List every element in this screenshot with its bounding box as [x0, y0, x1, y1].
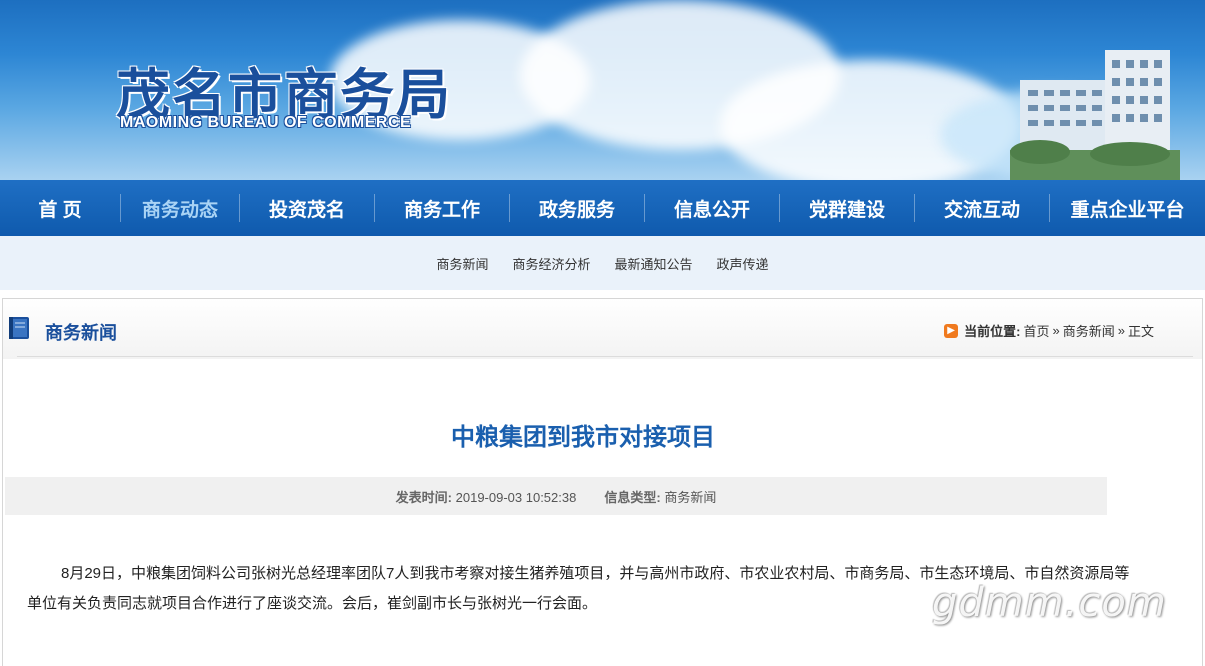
nav-item-home[interactable]: 首 页 [0, 180, 120, 236]
header-banner: 茂名市商务局 MAOMING BUREAU OF COMMERCE [0, 0, 1205, 180]
site-logo-en: MAOMING BUREAU OF COMMERCE [120, 114, 412, 131]
section-divider [17, 356, 1193, 357]
building-image [1010, 50, 1180, 180]
subnav-item-notices[interactable]: 最新通知公告 [615, 254, 693, 273]
breadcrumb-news-link[interactable]: 商务新闻 [1063, 321, 1115, 340]
nav-item-commerce-news[interactable]: 商务动态 [121, 180, 239, 244]
info-type-label: 信息类型: [604, 489, 661, 505]
nav-item-key-enterprise[interactable]: 重点企业平台 [1050, 180, 1205, 236]
breadcrumb-label: 当前位置: [964, 324, 1021, 339]
breadcrumb-home-link[interactable]: 首页 [1023, 321, 1049, 340]
nav-item-info-public[interactable]: 信息公开 [645, 180, 779, 236]
site-watermark: gdmm.com [932, 580, 1167, 626]
nav-label: 交流互动 [943, 199, 1020, 221]
publish-time-group: 发表时间: 2019-09-03 10:52:38 [396, 487, 577, 506]
info-type-group: 信息类型: 商务新闻 [604, 487, 716, 506]
book-icon [9, 317, 29, 339]
location-icon: ▶ [944, 323, 959, 338]
breadcrumb-current: 正文 [1127, 324, 1154, 339]
nav-label: 商务动态 [141, 199, 218, 221]
section-title: 商务新闻 [45, 323, 117, 343]
nav-label: 信息公开 [673, 199, 750, 221]
nav-label: 商务工作 [403, 199, 480, 221]
subnav-item-commerce-news[interactable]: 商务新闻 [436, 254, 488, 273]
nav-label: 政务服务 [538, 199, 615, 221]
nav-item-interaction[interactable]: 交流互动 [915, 180, 1049, 236]
nav-label: 党群建设 [808, 199, 885, 221]
nav-label: 首 页 [38, 199, 82, 221]
section-header: 商务新闻 ▶ 当前位置: 首页 » 商务新闻 » 正文 [3, 299, 1202, 359]
info-type-value: 商务新闻 [664, 489, 717, 505]
article-title: 中粮集团到我市对接项目 [451, 422, 715, 451]
publish-time-value: 2019-09-03 10:52:38 [455, 489, 577, 505]
sub-nav: 商务新闻 商务经济分析 最新通知公告 政声传递 [0, 236, 1205, 290]
nav-label: 投资茂名 [268, 199, 345, 221]
breadcrumb: ▶ 当前位置: 首页 » 商务新闻 » 正文 [944, 321, 1154, 340]
subnav-item-gov-voice[interactable]: 政声传递 [717, 254, 769, 273]
nav-item-party[interactable]: 党群建设 [780, 180, 914, 236]
main-nav: 首 页 商务动态 投资茂名 商务工作 政务服务 信息公开 党群建设 交流互动 重… [0, 180, 1205, 244]
nav-item-gov-service[interactable]: 政务服务 [510, 180, 644, 236]
article-meta: 发表时间: 2019-09-03 10:52:38 信息类型: 商务新闻 [5, 477, 1107, 515]
breadcrumb-separator: » [1052, 323, 1060, 338]
nav-label: 重点企业平台 [1070, 199, 1185, 221]
publish-time-label: 发表时间: [395, 489, 452, 505]
subnav-item-economic-analysis[interactable]: 商务经济分析 [512, 254, 590, 273]
nav-item-invest[interactable]: 投资茂名 [240, 180, 374, 236]
breadcrumb-separator: » [1117, 323, 1125, 338]
nav-item-commerce-work[interactable]: 商务工作 [375, 180, 509, 236]
